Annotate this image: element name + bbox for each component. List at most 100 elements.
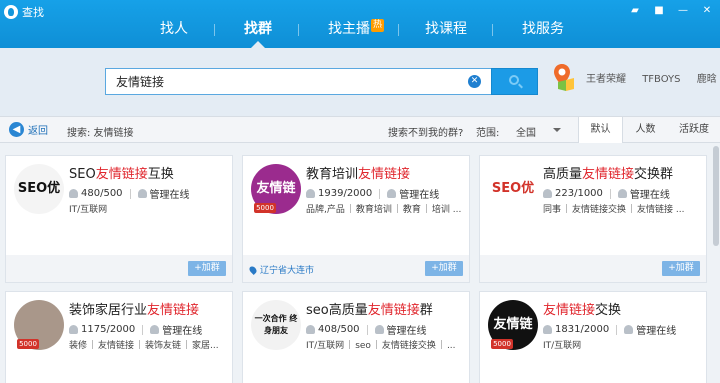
member-count: 1831/2000 xyxy=(555,324,610,335)
group-name-prefix: 装饰家居行业 xyxy=(69,303,148,318)
manager-icon xyxy=(374,325,384,334)
manager-icon xyxy=(150,325,160,334)
group-tag: 装饰友链 xyxy=(145,341,182,351)
group-results: SEO优化SEO友情链接互换480/500管理在线IT/互联网+加群友情链接50… xyxy=(0,143,712,383)
group-tag: ... xyxy=(446,341,456,351)
member-count: 223/1000 xyxy=(555,188,603,199)
hot-keyword[interactable]: 鹿晗 xyxy=(697,74,717,85)
level-badge: 5000 xyxy=(254,203,276,213)
level-badge: 5000 xyxy=(17,339,39,349)
group-tags: IT/互联网 xyxy=(543,338,703,351)
back-arrow-icon: ◀ xyxy=(9,122,24,137)
group-tags: 品牌,产品 教育培训 教育 培训 ... xyxy=(306,202,466,215)
back-label: 返回 xyxy=(28,126,48,137)
scrollbar[interactable] xyxy=(712,143,720,383)
tag-divider xyxy=(440,340,442,349)
tag-divider xyxy=(396,204,398,213)
group-name[interactable]: SEO友情链接互换 xyxy=(69,163,174,182)
members-icon xyxy=(543,325,552,334)
hot-keyword[interactable]: TFBOYS xyxy=(642,74,680,85)
group-tag: 家居... xyxy=(192,341,219,351)
group-tag: 友情链接 xyxy=(98,341,135,351)
group-tag: 培训 ... xyxy=(431,205,462,215)
tab-find-courses[interactable]: 找课程 xyxy=(425,12,467,48)
group-tags: 同事 友情链接交换 友情链接 ... xyxy=(543,202,703,215)
range-select[interactable]: 全国 xyxy=(516,124,536,139)
tag-divider xyxy=(566,204,568,213)
manager-status: 管理在线 xyxy=(399,190,440,201)
group-card[interactable]: SEO优化 SEO友情链接互换 480/500 管理在线 IT/互联网 +加群 xyxy=(5,155,233,283)
group-name-prefix: 教育培训 xyxy=(306,167,359,182)
search-button[interactable] xyxy=(491,68,538,95)
join-group-button[interactable]: +加群 xyxy=(425,261,463,276)
members-icon xyxy=(306,325,315,334)
clear-icon[interactable]: ✕ xyxy=(468,75,481,88)
tab-find-services[interactable]: 找服务 xyxy=(522,12,564,48)
members-icon xyxy=(543,189,552,198)
group-avatar[interactable]: 一次合作 终身朋友 xyxy=(251,300,301,350)
card-footer: 辽宁省大连市 +加群 xyxy=(243,255,469,282)
group-card[interactable]: 友情链接5000教育培训友情链接1939/2000管理在线品牌,产品教育培训教育… xyxy=(242,155,470,283)
tab-label: 找主播 xyxy=(328,21,370,37)
group-card[interactable]: 5000 装饰家居行业友情链接 1175/2000 管理在线 装修 友情链接 装饰友链 家居.… xyxy=(5,291,233,383)
group-tags: IT/互联网 xyxy=(69,202,229,215)
manager-icon xyxy=(387,189,397,198)
group-avatar[interactable]: SEO优化 xyxy=(488,164,538,214)
manager-status: 管理在线 xyxy=(386,326,427,337)
sort-tab-default[interactable]: 默认 xyxy=(578,117,623,143)
group-tag: IT/互联网 xyxy=(69,205,108,215)
group-avatar[interactable]: SEO优化 xyxy=(14,164,64,214)
group-name-prefix: 高质量 xyxy=(543,167,583,182)
manager-status: 管理在线 xyxy=(629,190,670,201)
group-card[interactable]: SEO优化高质量友情链接交换群 223/1000 管理在线同事友情链接交换友情链接 … xyxy=(479,155,707,283)
location-icon xyxy=(248,265,258,275)
join-group-button[interactable]: +加群 xyxy=(662,261,700,276)
tab-find-groups[interactable]: 找群 xyxy=(244,12,272,48)
member-count: 480/500 xyxy=(81,188,123,199)
sort-tab-activity[interactable]: 活跃度 xyxy=(668,117,720,142)
group-tag: 教育 xyxy=(402,205,421,215)
not-found-link[interactable]: 搜索不到我的群? xyxy=(388,124,463,139)
avatar-text: 一次合作 终身朋友 xyxy=(254,314,298,335)
nav-divider xyxy=(398,24,399,36)
scrollbar-thumb[interactable] xyxy=(713,146,719,246)
location-pin-icon[interactable] xyxy=(552,62,576,92)
search-area: ✕ 王者荣耀 TFBOYS 鹿晗 xyxy=(0,48,720,116)
tab-label: 找人 xyxy=(160,21,188,37)
tag-divider xyxy=(92,340,94,349)
group-name-prefix: seo高质量 xyxy=(306,303,368,318)
manager-icon xyxy=(624,325,634,334)
group-name[interactable]: seo高质量友情链接群 xyxy=(306,299,433,318)
group-tag: 友情链接交换 xyxy=(381,341,436,351)
tag-divider xyxy=(349,340,351,349)
sort-tab-members[interactable]: 人数 xyxy=(623,117,668,142)
group-name[interactable]: 装饰家居行业友情链接 xyxy=(69,299,199,318)
search-input[interactable] xyxy=(106,69,446,94)
hot-keyword[interactable]: 王者荣耀 xyxy=(586,74,626,85)
level-badge: 5000 xyxy=(491,339,513,349)
tag-divider xyxy=(186,340,188,349)
manager-status: 管理在线 xyxy=(636,326,677,337)
group-card[interactable]: 一次合作 终身朋友 seo高质量友情链接群 408/500 管理在线 IT/互联网 seo… xyxy=(242,291,470,383)
tab-find-streamers[interactable]: 找主播热 xyxy=(328,12,384,48)
avatar-text: SEO优化 xyxy=(17,181,61,196)
meta-divider xyxy=(366,324,368,335)
group-name[interactable]: 友情链接交换 xyxy=(543,299,621,318)
group-card[interactable]: 友情链接 5000 友情链接交换 1831/2000 管理在线 IT/互联网 xyxy=(479,291,707,383)
group-name[interactable]: 高质量友情链接交换群 xyxy=(543,163,673,182)
meta-divider xyxy=(379,188,381,199)
manager-icon xyxy=(617,189,627,198)
nav-divider xyxy=(298,24,299,36)
manager-status: 管理在线 xyxy=(162,326,203,337)
tab-label: 找课程 xyxy=(425,21,467,37)
chevron-down-icon[interactable] xyxy=(553,128,561,136)
group-name[interactable]: 教育培训友情链接 xyxy=(306,163,410,182)
group-meta: 1939/2000 管理在线 xyxy=(306,186,439,201)
group-tag: 同事 xyxy=(543,205,562,215)
group-name-prefix: SEO xyxy=(69,167,96,182)
members-icon xyxy=(306,189,315,198)
join-group-button[interactable]: +加群 xyxy=(188,261,226,276)
tab-find-people[interactable]: 找人 xyxy=(160,12,188,48)
group-tag: seo xyxy=(355,341,371,351)
back-button[interactable]: ◀ 返回 xyxy=(9,122,48,137)
